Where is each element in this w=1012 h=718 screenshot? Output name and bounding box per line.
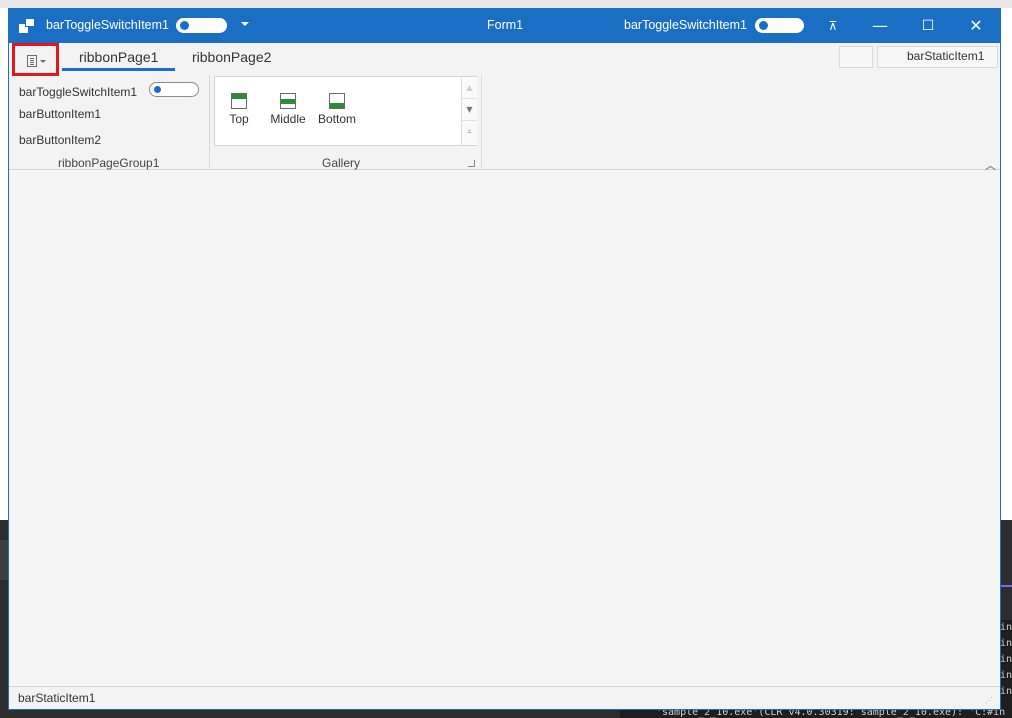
header-button[interactable] bbox=[839, 46, 873, 68]
title-toggle-label: barToggleSwitchItem1 bbox=[624, 18, 747, 32]
background-accent-line bbox=[1000, 585, 1012, 587]
tab-ribbonpage2[interactable]: ribbonPage2 bbox=[192, 49, 271, 65]
minimize-icon[interactable]: — bbox=[857, 9, 903, 43]
qat-customize-dropdown-icon[interactable] bbox=[241, 22, 249, 26]
maximize-icon[interactable]: ☐ bbox=[905, 9, 951, 43]
scroll-up-icon[interactable]: ▲ bbox=[462, 77, 477, 99]
align-middle-icon bbox=[280, 93, 296, 109]
qat-toggle-label: barToggleSwitchItem1 bbox=[46, 18, 169, 32]
gallery-expand-icon[interactable]: ⩡ bbox=[462, 121, 477, 143]
gallery-item-label: Bottom bbox=[317, 112, 356, 126]
title-toggle-switch[interactable] bbox=[755, 18, 804, 33]
selected-tab-indicator bbox=[62, 68, 175, 71]
window-title: Form1 bbox=[487, 18, 524, 32]
document-icon bbox=[27, 55, 37, 67]
status-static-item: barStaticItem1 bbox=[18, 691, 96, 705]
ribbon-display-options-icon[interactable]: ⊼ bbox=[810, 9, 856, 43]
resize-grip-icon[interactable]: ⋰ bbox=[985, 696, 995, 706]
toggle-knob bbox=[180, 21, 189, 30]
client-area bbox=[9, 171, 1000, 688]
gallery-item-middle[interactable]: Middle bbox=[265, 93, 311, 126]
align-bottom-icon bbox=[329, 93, 345, 109]
background-output-margin: in in in in in bbox=[1000, 620, 1012, 710]
ribbon: ribbonPage1 ribbonPage2 barStaticItem1 b… bbox=[9, 43, 1000, 172]
bar-button-item2[interactable]: barButtonItem2 bbox=[19, 133, 101, 147]
group-caption: ribbonPageGroup1 bbox=[58, 156, 160, 170]
toggle-knob bbox=[759, 21, 768, 30]
group-toggle-label: barToggleSwitchItem1 bbox=[19, 85, 138, 99]
tab-ribbonpage1[interactable]: ribbonPage1 bbox=[79, 49, 158, 65]
gallery-item-label: Middle bbox=[270, 112, 306, 126]
title-bar[interactable]: barToggleSwitchItem1 Form1 barToggleSwit… bbox=[9, 9, 1000, 43]
dialog-launcher-icon[interactable] bbox=[468, 160, 475, 167]
app-icon bbox=[19, 18, 37, 34]
gallery-item-bottom[interactable]: Bottom bbox=[314, 93, 360, 126]
group-separator bbox=[209, 75, 210, 167]
main-window: barToggleSwitchItem1 Form1 barToggleSwit… bbox=[8, 8, 1001, 710]
header-static-item: barStaticItem1 bbox=[907, 49, 985, 63]
scroll-down-icon[interactable]: ▼ bbox=[462, 99, 477, 121]
gallery-item-label: Top bbox=[229, 112, 249, 126]
gallery-caption: Gallery bbox=[322, 156, 361, 170]
chevron-down-icon bbox=[40, 60, 46, 63]
gallery-scrollbar[interactable]: ▲ ▼ ⩡ bbox=[461, 77, 477, 145]
group-separator bbox=[481, 75, 482, 167]
gallery: Top Middle Bottom ▲ ▼ ⩡ bbox=[214, 76, 477, 146]
qat-toggle-switch[interactable] bbox=[176, 18, 227, 33]
background-window-strip bbox=[0, 0, 1012, 8]
group-toggle-switch[interactable] bbox=[149, 82, 199, 97]
close-icon[interactable]: ✕ bbox=[953, 9, 999, 43]
bar-button-item1[interactable]: barButtonItem1 bbox=[19, 107, 101, 121]
toggle-knob bbox=[154, 86, 161, 93]
align-top-icon bbox=[231, 93, 247, 109]
application-menu-button[interactable] bbox=[12, 43, 59, 76]
gallery-item-top[interactable]: Top bbox=[216, 93, 262, 126]
status-bar: barStaticItem1 ⋰ bbox=[9, 686, 1000, 709]
